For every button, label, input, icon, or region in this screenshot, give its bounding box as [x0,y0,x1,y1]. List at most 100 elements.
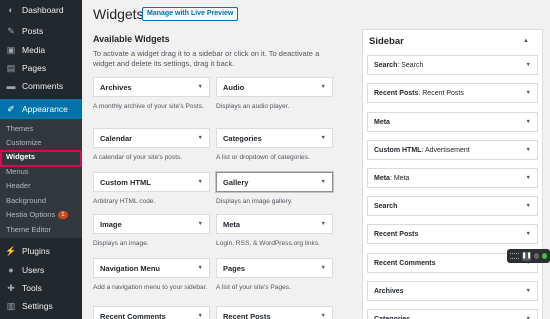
caret-down-icon[interactable]: ▼ [321,265,326,271]
widget-gallery[interactable]: Gallery ▼ [216,172,333,192]
caret-down-icon[interactable]: ▼ [198,265,203,271]
sidebar-widget-custom-html[interactable]: Custom HTML: Advertisement ▼ [367,140,538,160]
caret-down-icon[interactable]: ▼ [526,175,531,181]
sidebar-widget-recent-posts[interactable]: Recent Posts ▼ [367,224,538,244]
submenu-item-header[interactable]: Header [6,181,31,190]
menu-item-label: Plugins [22,246,50,256]
menu-item-pages[interactable]: ▤ Pages [0,61,82,75]
widget-recent-posts[interactable]: Recent Posts ▼ [216,306,333,319]
widget-title: Custom HTML [100,177,151,187]
caret-down-icon[interactable]: ▼ [526,119,531,125]
appearance-submenu: Themes Customize Widgets Menus Header Backgro… [0,119,82,238]
widget-audio[interactable]: Audio ▼ [216,77,333,97]
caret-down-icon[interactable]: ▼ [198,313,203,319]
submenu-item-label: Menus [6,167,29,176]
menu-item-posts[interactable]: ✎ Posts [0,24,82,38]
available-widgets-description: To activate a widget drag it to a sideba… [93,49,320,68]
menu-item-tools[interactable]: ✚ Tools [0,281,82,295]
widget-archives[interactable]: Archives ▼ [93,77,210,97]
caret-down-icon[interactable]: ▼ [321,179,326,185]
settings-icon: ▥ [6,300,16,311]
submenu-item-customize[interactable]: Customize [6,138,41,147]
sidebar-area-title[interactable]: Sidebar [369,36,404,47]
record-icon[interactable] [533,253,539,259]
caret-down-icon[interactable]: ▼ [526,288,531,294]
submenu-item-label: Themes [6,124,34,133]
widget-description: Login, RSS, & WordPress.org links. [216,240,320,247]
sidebar-widget-title: Meta: Meta [374,174,410,182]
caret-down-icon[interactable]: ▼ [198,221,203,227]
collapse-icon[interactable]: ▲ [523,38,529,44]
pause-icon[interactable]: ❚❚ [521,251,532,261]
sidebar-widget-title: Meta [374,118,390,126]
widget-title: Gallery [223,177,249,187]
sidebar-widget-meta[interactable]: Meta ▼ [367,112,538,132]
submenu-item-hestia-options[interactable]: Hestia Options 1 [6,210,68,220]
widget-description: A list or dropdown of categories. [216,154,310,161]
sidebar-widget-title: Custom HTML: Advertisement [374,146,470,154]
caret-down-icon[interactable]: ▼ [321,313,326,319]
menu-item-media[interactable]: ▣ Media [0,43,82,57]
widget-categories[interactable]: Categories ▼ [216,128,333,148]
menu-item-plugins[interactable]: ⚡ Plugins [0,244,82,258]
widget-title: Archives [100,82,132,92]
caret-down-icon[interactable]: ▼ [526,147,531,153]
menu-item-comments[interactable]: ▬ Comments [0,79,82,93]
caret-down-icon[interactable]: ▼ [198,179,203,185]
page-title: Widgets [93,6,144,22]
sidebar-widget-title: Search [374,202,398,210]
widget-description: Displays an audio player. [216,103,290,110]
menu-item-label: Users [22,265,45,275]
widget-custom-html[interactable]: Custom HTML ▼ [93,172,210,192]
caret-down-icon[interactable]: ▼ [526,231,531,237]
available-widgets-title: Available Widgets [93,34,170,44]
users-icon: ● [8,265,14,275]
plugin-icon: ⚡ [5,245,17,256]
caret-down-icon[interactable]: ▼ [198,84,203,90]
menu-item-label: Dashboard [22,5,64,15]
status-icon [541,253,548,259]
drag-handle-icon[interactable] [510,253,519,259]
caret-down-icon[interactable]: ▼ [321,135,326,141]
widget-calendar[interactable]: Calendar ▼ [93,128,210,148]
manage-live-preview-button[interactable]: Manage with Live Preview [142,7,239,21]
sidebar-widget-archives[interactable]: Archives ▼ [367,281,538,301]
menu-item-appearance[interactable]: ✐ Appearance [0,99,82,119]
widget-title: Categories [223,133,262,143]
submenu-item-label: Background [6,196,47,205]
submenu-item-menus[interactable]: Menus [6,167,29,176]
menu-item-settings[interactable]: ▥ Settings [0,299,82,313]
media-control-overlay[interactable]: ❚❚ [507,249,550,263]
sidebar-widget-search[interactable]: Search: Search ▼ [367,55,538,75]
submenu-item-label: Customize [6,138,42,147]
caret-down-icon[interactable]: ▼ [526,62,531,68]
caret-down-icon[interactable]: ▼ [526,203,531,209]
submenu-item-themes[interactable]: Themes [6,124,33,133]
widget-title: Pages [223,263,246,273]
widget-recent-comments[interactable]: Recent Comments ▼ [93,306,210,319]
menu-item-users[interactable]: ● Users [0,263,82,277]
sidebar-widget-categories[interactable]: Categories ▼ [367,309,538,319]
active-menu-arrow [544,103,550,115]
sidebar-widget-search[interactable]: Search ▼ [367,196,538,216]
widget-title: Calendar [100,133,133,143]
sidebar-widget-recent-posts[interactable]: Recent Posts: Recent Posts ▼ [367,83,538,103]
sidebar-widget-meta[interactable]: Meta: Meta ▼ [367,168,538,188]
sidebar-widget-title: Categories [374,315,411,319]
submenu-item-theme-editor[interactable]: Theme Editor [6,225,51,234]
menu-item-dashboard[interactable]: ◐ Dashboard [0,3,82,17]
widget-pages[interactable]: Pages ▼ [216,258,333,278]
widget-description: A list of your site's Pages. [216,284,291,291]
caret-down-icon[interactable]: ▼ [321,84,326,90]
widget-title: Audio [223,82,245,92]
caret-down-icon[interactable]: ▼ [526,90,531,96]
widget-navigation-menu[interactable]: Navigation Menu ▼ [93,258,210,278]
submenu-item-label: Theme Editor [6,225,52,234]
caret-down-icon[interactable]: ▼ [198,135,203,141]
caret-down-icon[interactable]: ▼ [321,221,326,227]
submenu-item-background[interactable]: Background [6,196,46,205]
widget-meta[interactable]: Meta ▼ [216,214,333,234]
submenu-item-label: Header [6,181,31,190]
widget-image[interactable]: Image ▼ [93,214,210,234]
menu-item-label: Posts [22,26,44,36]
